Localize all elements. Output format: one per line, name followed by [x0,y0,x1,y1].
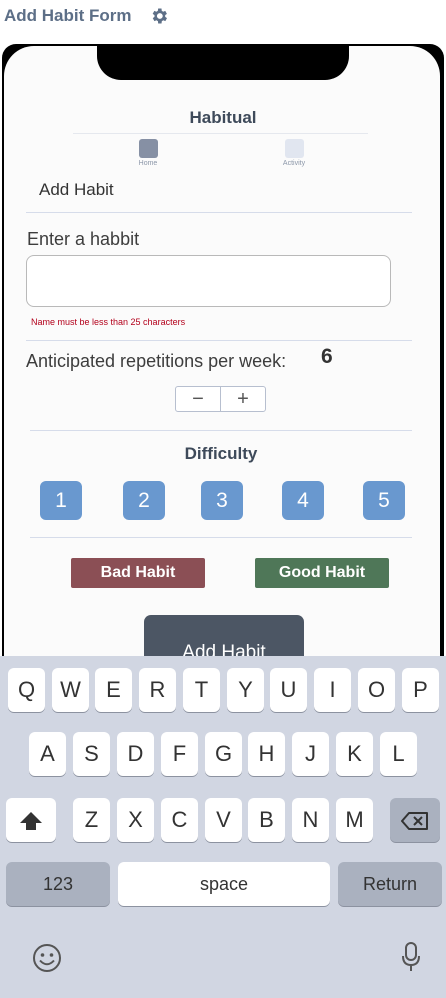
difficulty-button-2[interactable]: 2 [123,481,165,520]
activity-icon [284,139,304,158]
key-o[interactable]: O [358,668,395,712]
key-u[interactable]: U [270,668,307,712]
divider [30,430,412,431]
key-e[interactable]: E [95,668,132,712]
difficulty-button-5[interactable]: 5 [363,481,405,520]
emoji-icon[interactable] [31,942,63,974]
bad-habit-button[interactable]: Bad Habit [71,558,205,588]
divider [73,133,368,134]
difficulty-label: Difficulty [184,444,258,463]
key-q[interactable]: Q [8,668,45,712]
key-z[interactable]: Z [73,798,110,842]
form-heading: Add Habit [39,180,114,199]
difficulty-button-1[interactable]: 1 [40,481,82,520]
key-t[interactable]: T [183,668,220,712]
key-j[interactable]: J [292,732,329,776]
increment-button[interactable]: + [220,387,265,411]
divider [30,537,412,538]
shift-key[interactable] [6,798,56,842]
habit-name-input[interactable] [26,255,391,307]
home-icon [138,139,158,158]
key-w[interactable]: W [52,668,89,712]
key-x[interactable]: X [117,798,154,842]
divider [26,212,412,213]
window-title: Add Habit Form [4,6,132,25]
difficulty-button-4[interactable]: 4 [282,481,324,520]
key-g[interactable]: G [205,732,242,776]
repetitions-value: 6 [321,345,333,368]
decrement-button[interactable]: − [176,387,220,411]
key-a[interactable]: A [29,732,66,776]
return-key[interactable]: Return [338,862,442,906]
backspace-key[interactable] [390,798,440,842]
gear-icon[interactable] [149,6,169,26]
key-b[interactable]: B [248,798,285,842]
key-d[interactable]: D [117,732,154,776]
backspace-icon [401,812,428,831]
habit-name-label: Enter a habbit [27,229,140,249]
key-y[interactable]: Y [227,668,264,712]
divider [26,340,412,341]
key-l[interactable]: L [380,732,417,776]
space-key[interactable]: space [118,862,330,906]
key-r[interactable]: R [139,668,176,712]
window-header: Add Habit Form [0,0,446,40]
good-habit-button[interactable]: Good Habit [255,558,389,588]
key-f[interactable]: F [161,732,198,776]
tab-activity-label: Activity [282,160,306,167]
tab-activity[interactable]: Activity [274,139,314,167]
key-m[interactable]: M [336,798,373,842]
key-s[interactable]: S [73,732,110,776]
shift-arrow-icon [20,812,42,831]
repetitions-label: Anticipated repetitions per week: [26,351,287,371]
numbers-key[interactable]: 123 [6,862,110,906]
key-n[interactable]: N [292,798,329,842]
app-title: Habitual [189,108,257,127]
repetitions-stepper: − + [175,386,266,412]
tab-home-label: Home [138,160,158,167]
key-p[interactable]: P [402,668,439,712]
key-h[interactable]: H [248,732,285,776]
key-k[interactable]: K [336,732,373,776]
tab-home[interactable]: Home [128,139,168,167]
difficulty-button-3[interactable]: 3 [201,481,243,520]
phone-notch [97,44,349,80]
key-i[interactable]: I [314,668,351,712]
key-c[interactable]: C [161,798,198,842]
habit-name-error: Name must be less than 25 characters [31,317,186,327]
key-v[interactable]: V [205,798,242,842]
microphone-icon[interactable] [401,941,421,973]
